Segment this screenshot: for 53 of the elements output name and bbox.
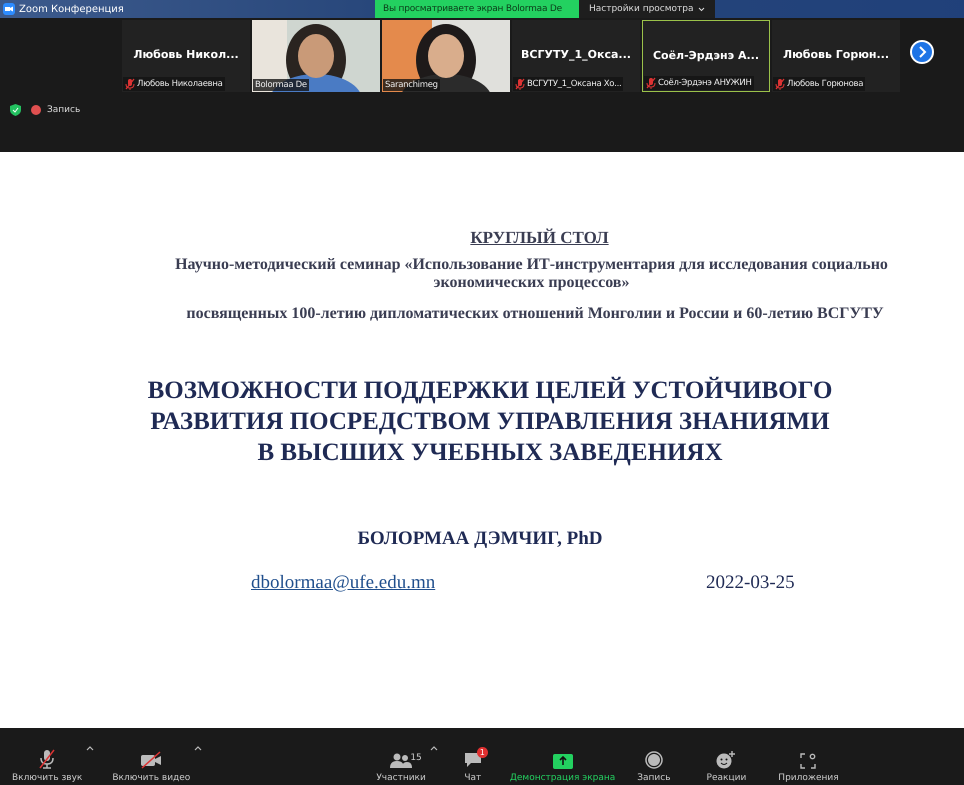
muted-mic-icon xyxy=(646,77,656,89)
participant-name: ВСГУТУ_1_Окса... xyxy=(520,48,632,61)
muted-camera-icon xyxy=(140,751,162,769)
toolbar-button[interactable]: Запись xyxy=(633,751,675,783)
toolbar-button[interactable]: Участники 15 xyxy=(372,753,430,783)
chevron-right-icon xyxy=(917,46,927,58)
caret-icon[interactable] xyxy=(86,746,94,751)
slide-title: РАЗВИТИЯ ПОСРЕДСТВОМ УПРАВЛЕНИЯ ЗНАНИЯМИ xyxy=(150,407,830,437)
sharing-banner: Вы просматриваете экран Bolormaa De xyxy=(375,0,579,18)
record-dot-icon xyxy=(31,105,41,115)
muted-mic-icon xyxy=(515,78,525,90)
slide-subtitle: экономических процессов» xyxy=(434,274,630,292)
next-page-button[interactable] xyxy=(910,40,934,64)
slide-heading: КРУГЛЫЙ СТОЛ xyxy=(469,228,610,248)
participant-label: Соёл-Эрдэнэ АНУЖИН xyxy=(644,76,754,90)
camera-icon xyxy=(3,3,15,15)
participant-name: Любовь Никол... xyxy=(132,48,240,61)
muted-mic-icon xyxy=(125,78,135,90)
slide-title: ВОЗМОЖНОСТИ ПОДДЕРЖКИ ЦЕЛЕЙ УСТОЙЧИВОГО xyxy=(148,376,832,406)
smiley-icon xyxy=(716,751,736,769)
participant-count: 15 xyxy=(410,753,422,763)
people-icon xyxy=(390,753,412,769)
chat-icon xyxy=(464,751,482,769)
toolbar-button[interactable]: Приложения xyxy=(774,753,843,783)
unread-badge: 1 xyxy=(476,747,488,758)
chevron-down-icon xyxy=(698,6,705,12)
toolbar-button[interactable]: Демонстрация экрана xyxy=(506,754,620,783)
slide-date: 2022-03-25 xyxy=(706,572,795,594)
slide-subtitle: Научно-методический семинар «Использование ИТ-инструментария для исследования социально xyxy=(175,256,888,274)
toolbar-button[interactable]: Реакции xyxy=(702,751,750,783)
toolbar-button[interactable]: Включить звук xyxy=(8,749,86,783)
caret-icon[interactable] xyxy=(430,746,438,751)
slide-dedication: посвященных 100-летию дипломатических отношений Монголии и России и 60-летию ВСГУТУ xyxy=(185,305,885,323)
view-options-button[interactable]: Настройки просмотра xyxy=(579,0,715,18)
window-title: Zoom Конференция xyxy=(19,4,124,14)
muted-microphone-icon xyxy=(38,749,56,769)
muted-mic-icon xyxy=(775,78,785,90)
toolbar-button[interactable]: Включить видео xyxy=(108,751,194,783)
caret-icon[interactable] xyxy=(194,746,202,751)
participant-name: Любовь Горюн... xyxy=(782,48,890,61)
share-screen-icon xyxy=(552,754,573,769)
apps-icon xyxy=(800,753,816,769)
slide-author: БОЛОРМАА ДЭМЧИГ, PhD xyxy=(356,528,604,550)
participant-name: Соёл-Эрдэнэ А... xyxy=(652,49,760,62)
participant-label: ВСГУТУ_1_Оксана Хо... xyxy=(513,77,624,91)
participant-label: Любовь Николаевна xyxy=(123,77,225,91)
participant-label: Saranchimeg xyxy=(383,79,440,91)
email-link[interactable]: dbolormaa@ufe.edu.mn xyxy=(251,572,706,594)
slide-title: В ВЫСШИХ УЧЕБНЫХ ЗАВЕДЕНИЯХ xyxy=(257,438,723,468)
participant-label: Bolormaa De xyxy=(253,79,309,91)
record-icon xyxy=(644,751,663,769)
recording-label: Запись xyxy=(47,105,80,115)
participant-label: Любовь Горюнова xyxy=(773,77,866,91)
